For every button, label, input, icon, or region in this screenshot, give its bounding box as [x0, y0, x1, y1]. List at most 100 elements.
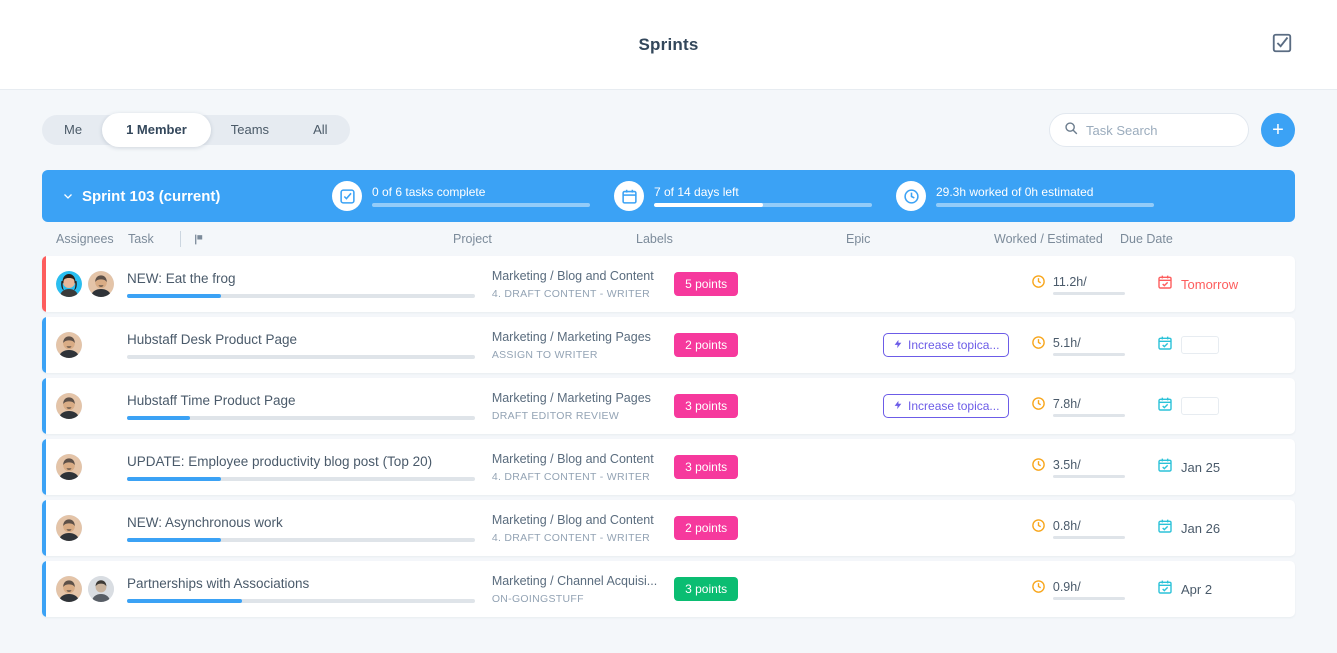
row-due-date[interactable]: [1157, 335, 1295, 356]
points-badge[interactable]: 2 points: [674, 333, 739, 357]
epic-label: Increase topica...: [908, 338, 1000, 352]
row-project[interactable]: Marketing / Blog and Content 4. DRAFT CON…: [492, 452, 674, 483]
calendar-check-icon[interactable]: [1157, 518, 1173, 539]
row-task[interactable]: NEW: Eat the frog: [126, 271, 492, 298]
task-title[interactable]: NEW: Eat the frog: [127, 271, 476, 286]
avatar[interactable]: [56, 271, 82, 297]
worked-estimated: 7.8h/: [1052, 395, 1125, 417]
table-row[interactable]: Partnerships with Associations Marketing …: [42, 561, 1295, 617]
row-due-date[interactable]: Apr 2: [1157, 579, 1295, 600]
project-name: Marketing / Channel Acquisi...: [491, 573, 658, 588]
flag-icon[interactable]: [193, 233, 453, 246]
sprint-title[interactable]: Sprint 103 (current): [82, 188, 332, 205]
task-title[interactable]: UPDATE: Employee productivity blog post …: [127, 454, 476, 469]
search-input[interactable]: [1086, 122, 1234, 138]
project-status: 4. DRAFT CONTENT - WRITER: [491, 470, 651, 483]
header-divider: [180, 231, 181, 247]
task-progress-fill: [126, 537, 221, 542]
project-status: DRAFT EDITOR REVIEW: [491, 409, 620, 422]
row-project[interactable]: Marketing / Marketing Pages DRAFT EDITOR …: [492, 391, 674, 422]
avatar[interactable]: [56, 576, 82, 602]
bolt-icon: [893, 399, 903, 413]
calendar-check-icon[interactable]: [1157, 335, 1173, 356]
tab-1-member[interactable]: 1 Member: [102, 113, 211, 147]
clock-icon: [896, 181, 926, 211]
table-row[interactable]: NEW: Eat the frog Marketing / Blog and Co…: [42, 256, 1295, 312]
sprint-panel: Sprint 103 (current) 0 of 6 tasks comple…: [42, 170, 1295, 617]
row-due-date[interactable]: Jan 26: [1157, 518, 1295, 539]
row-task[interactable]: UPDATE: Employee productivity blog post …: [126, 454, 492, 481]
avatar[interactable]: [56, 454, 82, 480]
table-row[interactable]: Hubstaff Desk Product Page Marketing / Ma…: [42, 317, 1295, 373]
row-project[interactable]: Marketing / Channel Acquisi... ON-GOINGST…: [492, 574, 674, 605]
avatar[interactable]: [88, 271, 114, 297]
column-task: Task: [128, 232, 154, 246]
task-title[interactable]: Hubstaff Desk Product Page: [127, 332, 476, 347]
checklist-icon[interactable]: [1269, 30, 1295, 56]
calendar-icon: [614, 181, 644, 211]
tab-all[interactable]: All: [291, 115, 349, 145]
worked-estimated: 11.2h/: [1052, 273, 1125, 295]
add-task-button[interactable]: +: [1261, 113, 1295, 147]
row-status-strip: [42, 378, 46, 434]
row-labels: 2 points: [674, 333, 883, 357]
points-badge[interactable]: 3 points: [674, 577, 739, 601]
row-assignees: [42, 332, 127, 358]
epic-badge[interactable]: Increase topica...: [883, 394, 1010, 418]
row-project[interactable]: Marketing / Blog and Content 4. DRAFT CON…: [492, 513, 674, 544]
tab-me[interactable]: Me: [42, 115, 104, 145]
avatar[interactable]: [56, 332, 82, 358]
table-row[interactable]: UPDATE: Employee productivity blog post …: [42, 439, 1295, 495]
task-title[interactable]: Partnerships with Associations: [127, 576, 476, 591]
worked-value: 3.5h/: [1052, 458, 1081, 472]
row-due-date[interactable]: Jan 25: [1157, 457, 1295, 478]
chevron-down-icon[interactable]: [60, 190, 76, 202]
row-task[interactable]: Partnerships with Associations: [126, 576, 492, 603]
row-task[interactable]: Hubstaff Time Product Page: [126, 393, 492, 420]
row-labels: 2 points: [674, 516, 883, 540]
task-progress-track: [126, 537, 475, 542]
row-due-date[interactable]: [1157, 396, 1295, 417]
row-due-date[interactable]: Tomorrow: [1157, 274, 1295, 295]
project-status: ON-GOINGSTUFF: [491, 592, 584, 605]
row-worked[interactable]: 3.5h/: [1031, 456, 1157, 478]
row-status-strip: [42, 439, 46, 495]
table-row[interactable]: Hubstaff Time Product Page Marketing / Ma…: [42, 378, 1295, 434]
due-date-input[interactable]: [1181, 397, 1220, 415]
avatar[interactable]: [88, 576, 114, 602]
row-status-strip: [42, 500, 46, 556]
row-worked[interactable]: 11.2h/: [1031, 273, 1157, 295]
task-title[interactable]: Hubstaff Time Product Page: [127, 393, 476, 408]
points-badge[interactable]: 5 points: [674, 272, 739, 296]
points-badge[interactable]: 3 points: [674, 394, 739, 418]
bolt-icon: [893, 338, 903, 352]
table-row[interactable]: NEW: Asynchronous work Marketing / Blog a…: [42, 500, 1295, 556]
calendar-check-icon[interactable]: [1157, 457, 1173, 478]
calendar-check-icon[interactable]: [1157, 274, 1173, 295]
avatar[interactable]: [56, 393, 82, 419]
due-date-input[interactable]: [1181, 336, 1220, 354]
task-progress-fill: [126, 598, 242, 603]
tab-teams[interactable]: Teams: [209, 115, 291, 145]
task-title[interactable]: NEW: Asynchronous work: [127, 515, 476, 530]
row-worked[interactable]: 5.1h/: [1031, 334, 1157, 356]
row-worked[interactable]: 0.9h/: [1031, 578, 1157, 600]
task-progress-track: [126, 415, 475, 420]
row-project[interactable]: Marketing / Marketing Pages ASSIGN TO WRI…: [492, 330, 674, 361]
calendar-check-icon[interactable]: [1157, 579, 1173, 600]
points-badge[interactable]: 2 points: [674, 516, 739, 540]
epic-badge[interactable]: Increase topica...: [883, 333, 1010, 357]
row-task[interactable]: Hubstaff Desk Product Page: [126, 332, 492, 359]
search-box[interactable]: [1049, 113, 1249, 147]
avatar[interactable]: [56, 515, 82, 541]
metric-tasks-track: [372, 203, 590, 207]
row-worked[interactable]: 7.8h/: [1031, 395, 1157, 417]
points-badge[interactable]: 3 points: [674, 455, 739, 479]
row-assignees: [42, 576, 127, 602]
row-task[interactable]: NEW: Asynchronous work: [126, 515, 492, 542]
filter-bar: Me 1 Member Teams All +: [0, 90, 1337, 170]
task-progress-fill: [126, 476, 221, 481]
calendar-check-icon[interactable]: [1157, 396, 1173, 417]
row-project[interactable]: Marketing / Blog and Content 4. DRAFT CON…: [492, 269, 674, 300]
row-worked[interactable]: 0.8h/: [1031, 517, 1157, 539]
